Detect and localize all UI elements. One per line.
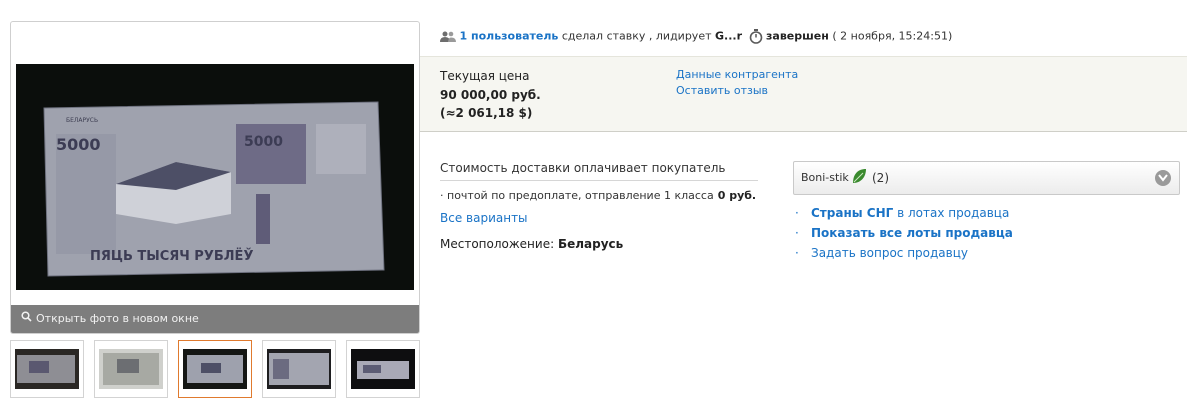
leaf-icon — [851, 168, 867, 188]
bid-text: сделал ставку , лидирует — [561, 29, 712, 43]
auction-state: завершен — [766, 29, 829, 43]
lot-photo[interactable]: БЕЛАРУСЬ 5000 5000 ПЯЦЬ ТЫСЯЧ РУБЛЁЎ — [16, 64, 414, 290]
open-photo-bar[interactable]: Открыть фото в новом окне — [11, 305, 419, 333]
leave-review-link[interactable]: Оставить отзыв — [676, 84, 768, 97]
banknote-top-text: БЕЛАРУСЬ — [66, 117, 98, 124]
cis-rest: в лотах продавца — [897, 206, 1010, 220]
all-lots-link[interactable]: Показать все лоты продавца — [811, 226, 1013, 240]
bullet: · — [795, 206, 799, 220]
delivery-method-text: почтой по предоплате, отправление 1 клас… — [447, 189, 714, 202]
delivery-bullet: · — [440, 189, 447, 202]
seller-dropdown[interactable]: Boni-stik (2) — [793, 161, 1180, 195]
banknote-bottom-text: ПЯЦЬ ТЫСЯЧ РУБЛЁЎ — [90, 248, 253, 264]
cis-link[interactable]: Страны СНГ в лотах продавца — [811, 206, 1009, 220]
users-icon — [440, 30, 460, 43]
location-label: Местоположение: — [440, 237, 555, 251]
seller-name: Boni-stik — [801, 171, 849, 184]
photo-frame: БЕЛАРУСЬ 5000 5000 ПЯЦЬ ТЫСЯЧ РУБЛЁЎ Отк… — [10, 21, 420, 334]
thumbnail-3[interactable] — [178, 340, 252, 398]
open-photo-label: Открыть фото в новом окне — [36, 312, 199, 325]
all-lots-label: Показать все лоты продавца — [811, 226, 1013, 240]
all-variants-link[interactable]: Все варианты — [440, 211, 528, 225]
banknote-image: БЕЛАРУСЬ 5000 5000 ПЯЦЬ ТЫСЯЧ РУБЛЁЎ — [16, 64, 414, 290]
thumbnail-2[interactable] — [94, 340, 168, 398]
cis-lots-row[interactable]: · Страны СНГ в лотах продавца — [795, 205, 1013, 225]
price-section: Текущая цена 90 000,00 руб. (≈2 061,18 $… — [420, 56, 1187, 132]
all-lots-row[interactable]: · Показать все лоты продавца — [795, 225, 1013, 245]
ask-seller-link[interactable]: Задать вопрос продавцу — [811, 246, 968, 260]
leader-name: G...r — [715, 29, 742, 43]
thumbnail-strip — [10, 340, 420, 398]
banknote-value: 5000 — [56, 135, 101, 154]
ask-row[interactable]: · Задать вопрос продавцу — [795, 245, 1013, 265]
seller-links: · Страны СНГ в лотах продавца · Показать… — [795, 205, 1013, 265]
bullet: · — [795, 246, 799, 260]
chevron-down-icon[interactable] — [1155, 170, 1171, 186]
thumbnail-5[interactable] — [346, 340, 420, 398]
delivery-title: Стоимость доставки оплачивает покупатель — [440, 161, 758, 181]
bullet: · — [795, 226, 799, 240]
banknote-value-right: 5000 — [244, 134, 283, 150]
auction-status: 1 пользователь сделал ставку , лидирует … — [440, 29, 952, 44]
delivery-method: · почтой по предоплате, отправление 1 кл… — [440, 189, 756, 202]
seller-rating: (2) — [872, 171, 889, 185]
location-value: Беларусь — [557, 237, 624, 251]
current-price-approx: (≈2 061,18 $) — [440, 106, 533, 120]
current-price-label: Текущая цена — [440, 69, 530, 83]
current-price-value: 90 000,00 руб. — [440, 88, 541, 102]
end-time: ( 2 ноября, 15:24:51) — [832, 29, 953, 43]
thumbnail-4[interactable] — [262, 340, 336, 398]
cis-bold: Страны СНГ — [811, 206, 894, 220]
counterparty-data-link[interactable]: Данные контрагента — [676, 68, 798, 81]
location: Местоположение: Беларусь — [440, 237, 623, 251]
thumbnail-1[interactable] — [10, 340, 84, 398]
magnifier-icon — [21, 305, 32, 333]
stopwatch-icon — [749, 29, 767, 44]
bidders-link[interactable]: 1 пользователь — [460, 30, 559, 43]
delivery-price: 0 руб. — [717, 189, 757, 202]
